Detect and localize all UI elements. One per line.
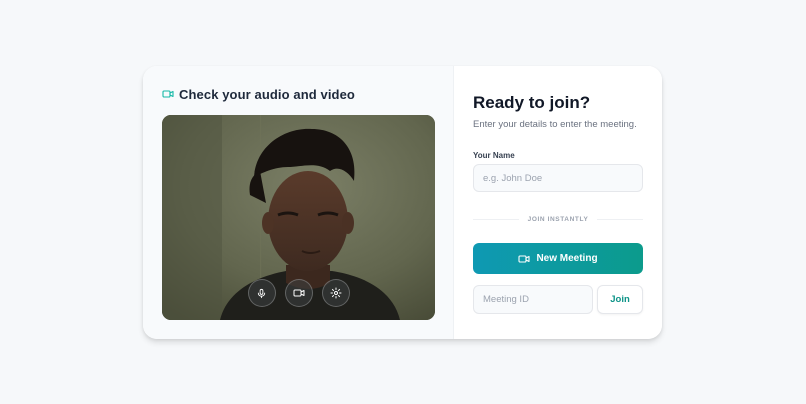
- join-title: Ready to join?: [473, 93, 591, 112]
- video-camera-icon: [518, 253, 530, 265]
- preview-panel: Check your audio and video: [143, 66, 454, 339]
- join-instantly-divider: JOIN INSTANTLY: [473, 214, 643, 224]
- prejoin-card: Check your audio and video Ready to join…: [143, 66, 662, 339]
- join-button[interactable]: Join: [597, 285, 643, 314]
- name-input[interactable]: [473, 164, 643, 192]
- settings-gear-icon: [330, 287, 342, 299]
- meeting-id-input[interactable]: [473, 285, 593, 314]
- video-camera-icon: [162, 88, 174, 100]
- name-label: Your Name: [473, 151, 515, 160]
- preview-title: Check your audio and video: [179, 86, 355, 102]
- divider-line-right: [597, 218, 643, 220]
- settings-button[interactable]: [321, 279, 350, 307]
- preview-header: Check your audio and video: [162, 86, 355, 102]
- join-subtitle: Enter your details to enter the meeting.: [473, 119, 637, 130]
- join-panel: Ready to join? Enter your details to ent…: [454, 66, 662, 339]
- video-camera-icon: [293, 287, 305, 299]
- camera-toggle-button[interactable]: [284, 279, 313, 307]
- microphone-icon: [256, 288, 267, 299]
- divider-text: JOIN INSTANTLY: [527, 215, 589, 223]
- new-meeting-button[interactable]: New Meeting: [473, 243, 643, 274]
- new-meeting-label: New Meeting: [536, 253, 598, 264]
- media-controls: [162, 279, 435, 307]
- camera-preview: [162, 115, 435, 320]
- microphone-toggle-button[interactable]: [247, 279, 276, 307]
- divider-line-left: [473, 218, 519, 220]
